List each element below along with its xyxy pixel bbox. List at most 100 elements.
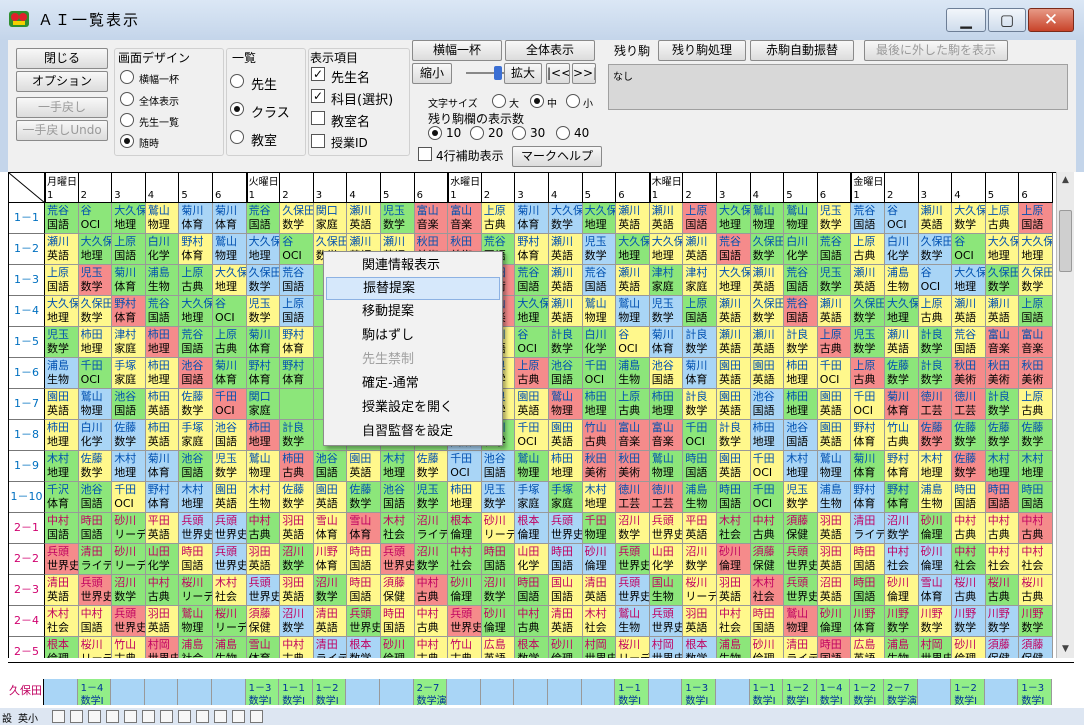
lesson-cell[interactable]: 池谷国語 <box>649 358 684 389</box>
lesson-cell[interactable]: 手塚 家庭 <box>549 482 583 513</box>
lesson-cell[interactable]: 児玉 数学 <box>784 482 818 513</box>
lesson-cell[interactable]: 池谷国語 <box>784 420 818 451</box>
lesson-cell[interactable]: 佐藤 数学 <box>985 420 1020 451</box>
lesson-cell[interactable]: 荒谷国語 <box>246 203 281 234</box>
lesson-cell[interactable]: 谷 OCⅠ <box>78 203 113 234</box>
menu-item-move-suggest[interactable]: 移動提案 <box>326 300 500 323</box>
chart-icon[interactable] <box>196 710 209 723</box>
lesson-cell[interactable]: 中村 国語 <box>78 606 113 637</box>
lesson-cell[interactable]: 木村 地理 <box>784 451 818 482</box>
lesson-cell[interactable]: 上原 古典 <box>817 327 852 358</box>
lesson-cell[interactable]: 根本倫理 <box>448 513 482 544</box>
lesson-cell[interactable]: 千田 OCⅠ <box>112 482 146 513</box>
lesson-cell[interactable]: 羽田 英語 <box>145 606 180 637</box>
lesson-cell[interactable]: 瀬川英語 <box>851 265 885 296</box>
lesson-cell[interactable]: 木村 社会 <box>582 606 617 637</box>
teacher-strip-cell[interactable] <box>447 679 481 705</box>
vertical-scrollbar[interactable]: ▲ ▼ <box>1056 172 1074 658</box>
teacher-strip-cell[interactable]: 1－4 数学Ⅰ <box>816 679 851 705</box>
lesson-cell[interactable]: 児玉 数学 <box>481 482 516 513</box>
tool-icon[interactable] <box>106 710 119 723</box>
list-icon[interactable] <box>52 710 65 723</box>
lesson-cell[interactable]: 羽田 英語 <box>817 513 852 544</box>
lesson-cell[interactable]: 中村 社会 <box>985 544 1020 575</box>
class-row-label[interactable]: 2－3 <box>9 575 45 606</box>
lesson-cell[interactable]: 竹山古典 <box>582 420 617 451</box>
teacher-strip-cell[interactable]: 2－7 数学演 <box>884 679 918 705</box>
lesson-cell[interactable]: 池谷国語 <box>549 358 583 389</box>
lesson-cell[interactable]: 大久保 地理 <box>45 296 79 327</box>
teacher-strip-cell[interactable] <box>44 679 78 705</box>
class-row-label[interactable]: 2－2 <box>9 544 45 575</box>
lesson-cell[interactable]: 上原 古典 <box>851 358 885 389</box>
show-all-button[interactable]: 全体表示 <box>505 40 595 61</box>
lesson-cell[interactable]: 上原 古典 <box>213 327 247 358</box>
lesson-cell[interactable]: 沼川 数学 <box>616 513 650 544</box>
lesson-cell[interactable]: 柿田地理 <box>549 451 583 482</box>
lesson-cell[interactable]: 竹山古典 <box>885 420 919 451</box>
lesson-cell[interactable]: 鷲山 物理 <box>616 296 650 327</box>
lesson-cell[interactable]: 大久保 数学 <box>952 203 986 234</box>
lesson-cell[interactable]: 兵頭 世界史 <box>45 544 79 575</box>
lesson-cell[interactable]: 中村古典 <box>145 575 180 606</box>
lesson-cell[interactable]: 瀬川英語 <box>616 265 650 296</box>
screen-design-radio-2[interactable] <box>120 113 134 127</box>
lesson-cell[interactable]: 須藤保健 <box>246 606 281 637</box>
lesson-cell[interactable]: 中村古典 <box>414 606 449 637</box>
remaining-count-radio-20[interactable] <box>470 126 484 140</box>
lesson-cell[interactable]: 池谷国語 <box>213 420 247 451</box>
lesson-cell[interactable]: 園田英語 <box>313 482 348 513</box>
lesson-cell[interactable]: 野村 体育 <box>246 358 281 389</box>
lesson-cell[interactable]: 中村 社会 <box>885 544 919 575</box>
lesson-cell[interactable]: 清田 英語 <box>582 575 617 606</box>
lesson-cell[interactable]: 園田英語 <box>717 358 751 389</box>
lesson-cell[interactable]: 計良数学 <box>549 327 583 358</box>
maximize-button[interactable]: ▢ <box>988 8 1026 32</box>
teacher-strip-cell[interactable]: 1－3 数学Ⅰ <box>682 679 716 705</box>
lesson-cell[interactable]: 大久保 地理 <box>78 234 113 265</box>
lesson-cell[interactable]: 柿田地理 <box>784 358 818 389</box>
lesson-cell[interactable]: 兵頭 世界史 <box>112 606 146 637</box>
lesson-cell[interactable]: 大久保 数学 <box>549 203 583 234</box>
lesson-cell[interactable]: 川野 数学 <box>918 606 953 637</box>
lesson-cell[interactable]: 中村古典 <box>280 637 314 658</box>
lesson-cell[interactable]: 柿田地理 <box>145 327 180 358</box>
lesson-cell[interactable]: 佐藤 数学 <box>952 420 986 451</box>
lesson-cell[interactable]: 国山 国語 <box>549 575 583 606</box>
lesson-cell[interactable]: 野村 体育 <box>851 420 885 451</box>
options-button[interactable]: オプション <box>16 71 108 92</box>
lesson-cell[interactable]: 桜川 古典 <box>985 575 1020 606</box>
lesson-cell[interactable]: 関口 家庭 <box>313 203 348 234</box>
lesson-cell[interactable]: 時田国語 <box>952 482 986 513</box>
arrow-icon[interactable] <box>232 710 245 723</box>
lesson-cell[interactable]: 鷲山 物理 <box>515 451 549 482</box>
lesson-cell[interactable]: 佐藤 数学 <box>885 358 919 389</box>
lesson-cell[interactable]: 上原 国語 <box>45 265 79 296</box>
lesson-cell[interactable]: 大久保 地理 <box>985 234 1020 265</box>
lesson-cell[interactable]: 浦島生物 <box>817 482 852 513</box>
lesson-cell[interactable]: 兵頭 世界史 <box>78 575 113 606</box>
lesson-cell[interactable]: 上原 古典 <box>481 203 516 234</box>
lesson-cell[interactable]: 桜川リーデ <box>213 606 247 637</box>
remaining-count-radio-40[interactable] <box>556 126 570 140</box>
lesson-cell[interactable]: 児玉 数学 <box>817 265 852 296</box>
window-icon[interactable] <box>214 710 227 723</box>
lesson-cell[interactable]: 沼田 英語 <box>817 575 852 606</box>
teacher-strip-cell[interactable]: 1－3 数学Ⅰ <box>245 679 280 705</box>
lesson-cell[interactable]: 鷲山 物理 <box>246 451 281 482</box>
lesson-cell[interactable]: 兵頭 世界史 <box>616 575 650 606</box>
class-row-label[interactable]: 1－6 <box>9 358 45 389</box>
font-size-radio-large[interactable] <box>492 94 506 108</box>
lesson-cell[interactable]: 川野 数学 <box>952 606 986 637</box>
lesson-cell[interactable]: 砂川倫理 <box>717 544 751 575</box>
teacher-strip-cell[interactable]: 1－4 数学Ⅰ <box>77 679 112 705</box>
scroll-up-icon[interactable]: ▲ <box>1057 172 1074 189</box>
lesson-cell[interactable]: 羽田 英語 <box>717 575 751 606</box>
lesson-cell[interactable]: 野村 体育 <box>112 296 146 327</box>
lesson-cell[interactable]: 佐藤 数学 <box>78 451 113 482</box>
lesson-cell[interactable]: 時田国語 <box>851 544 885 575</box>
teacher-strip-cell[interactable] <box>716 679 750 705</box>
lesson-cell[interactable]: 須藤保健 <box>985 637 1020 658</box>
lesson-cell[interactable]: 園田英語 <box>717 451 751 482</box>
lesson-cell[interactable]: 中村古典 <box>750 513 785 544</box>
